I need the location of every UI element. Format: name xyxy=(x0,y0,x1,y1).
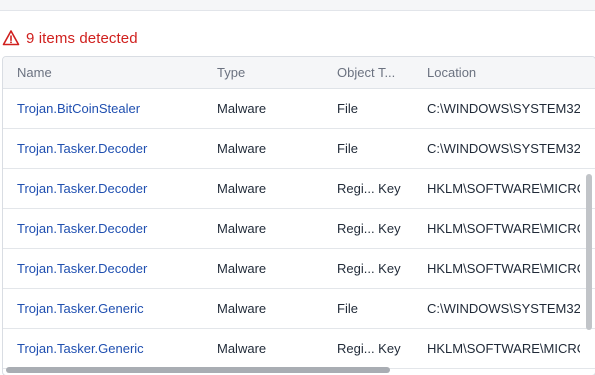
top-panel-edge xyxy=(0,0,595,11)
column-header-object-type[interactable]: Object T... xyxy=(337,57,395,88)
table-row[interactable]: Trojan.Tasker.Decoder Malware Regi... Ke… xyxy=(3,209,595,249)
detection-count-text: 9 items detected xyxy=(26,29,138,47)
object-type: Regi... Key xyxy=(337,181,401,196)
threat-type: Malware xyxy=(217,141,267,156)
object-type: Regi... Key xyxy=(337,261,401,276)
threat-type: Malware xyxy=(217,261,267,276)
horizontal-scrollbar-thumb[interactable] xyxy=(6,367,390,373)
detection-alert: 9 items detected xyxy=(0,28,138,48)
vertical-scrollbar[interactable] xyxy=(586,90,592,360)
object-type: File xyxy=(337,301,358,316)
threat-type: Malware xyxy=(217,101,267,116)
threat-type: Malware xyxy=(217,181,267,196)
horizontal-scrollbar[interactable] xyxy=(3,367,585,374)
table-row[interactable]: Trojan.Tasker.Decoder Malware Regi... Ke… xyxy=(3,169,595,209)
threat-name-link[interactable]: Trojan.Tasker.Decoder xyxy=(17,209,207,248)
threat-type: Malware xyxy=(217,301,267,316)
object-type: File xyxy=(337,101,358,116)
threat-location: HKLM\SOFTWARE\MICRO xyxy=(427,221,580,236)
threat-location: C:\WINDOWS\SYSTEM32 xyxy=(427,101,580,116)
threat-type: Malware xyxy=(217,341,267,356)
threat-location: HKLM\SOFTWARE\MICRO xyxy=(427,181,580,196)
threat-name-link[interactable]: Trojan.Tasker.Decoder xyxy=(17,129,207,168)
detections-table: Name Type Object T... Location Trojan.Bi… xyxy=(2,56,595,375)
column-header-name[interactable]: Name xyxy=(17,57,52,88)
object-type: Regi... Key xyxy=(337,341,401,356)
vertical-scrollbar-thumb[interactable] xyxy=(586,174,592,330)
threat-location: HKLM\SOFTWARE\MICRO xyxy=(427,341,580,356)
table-row[interactable]: Trojan.Tasker.Generic Malware Regi... Ke… xyxy=(3,329,595,369)
column-header-location[interactable]: Location xyxy=(427,57,476,88)
threat-name-link[interactable]: Trojan.Tasker.Decoder xyxy=(17,249,207,288)
table-row[interactable]: Trojan.Tasker.Decoder Malware File C:\WI… xyxy=(3,129,595,169)
threat-scan-results: 9 items detected Name Type Object T... L… xyxy=(0,0,595,375)
threat-location: C:\WINDOWS\SYSTEM32 xyxy=(427,301,580,316)
column-header-type[interactable]: Type xyxy=(217,57,245,88)
threat-name-link[interactable]: Trojan.Tasker.Decoder xyxy=(17,169,207,208)
object-type: File xyxy=(337,141,358,156)
warning-triangle-icon xyxy=(2,29,20,47)
threat-name-link[interactable]: Trojan.Tasker.Generic xyxy=(17,289,207,328)
threat-location: C:\WINDOWS\SYSTEM32 xyxy=(427,141,580,156)
threat-type: Malware xyxy=(217,221,267,236)
threat-name-link[interactable]: Trojan.BitCoinStealer xyxy=(17,89,207,128)
object-type: Regi... Key xyxy=(337,221,401,236)
table-row[interactable]: Trojan.Tasker.Decoder Malware Regi... Ke… xyxy=(3,249,595,289)
table-row[interactable]: Trojan.BitCoinStealer Malware File C:\WI… xyxy=(3,89,595,129)
table-row[interactable]: Trojan.Tasker.Generic Malware File C:\WI… xyxy=(3,289,595,329)
threat-location: HKLM\SOFTWARE\MICRO xyxy=(427,261,580,276)
threat-name-link[interactable]: Trojan.Tasker.Generic xyxy=(17,329,207,368)
table-header: Name Type Object T... Location xyxy=(3,57,595,89)
